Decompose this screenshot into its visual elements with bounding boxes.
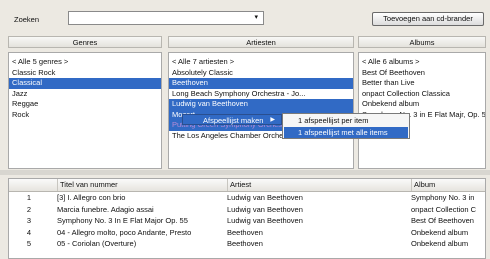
track-artist: Ludwig van Beethoven <box>227 193 303 202</box>
genre-item[interactable]: Rock <box>9 110 161 121</box>
artist-item[interactable]: Absolutely Classic <box>169 68 353 79</box>
genre-item[interactable]: < Alle 5 genres > <box>9 57 161 68</box>
table-row[interactable]: 5 05 - Coriolan (Overture) Beethoven Onb… <box>9 238 485 250</box>
track-album: Onbekend album <box>411 239 469 248</box>
artist-item-selected[interactable]: Ludwig van Beethoven <box>169 99 353 110</box>
search-label: Zoeken <box>14 15 40 24</box>
submenu-item-playlist-per-item[interactable]: 1 afspeellijst per item <box>284 115 408 126</box>
track-number: 4 <box>26 227 32 237</box>
track-title: Marcia funebre. Adagio assai <box>57 204 154 214</box>
track-number: 2 <box>26 204 32 214</box>
album-item[interactable]: Best Of Beethoven <box>359 68 485 79</box>
track-artist: Beethoven <box>227 227 263 237</box>
column-header-artist[interactable]: Artiest <box>227 179 409 191</box>
track-number: 3 <box>26 216 32 225</box>
table-header: Titel van nummer Artiest Album <box>9 179 485 192</box>
genre-item-selected[interactable]: Classical <box>9 78 161 89</box>
artists-list[interactable]: < Alle 7 artiesten > Absolutely Classic … <box>168 52 354 169</box>
add-to-cd-burner-button[interactable]: Toevoegen aan cd-brander <box>372 12 484 26</box>
artist-item-selected[interactable]: Beethoven <box>169 78 353 89</box>
table-row[interactable]: 3 Symphony No. 3 In E Flat Major Op. 55 … <box>9 215 485 227</box>
genres-header[interactable]: Genres <box>8 36 162 48</box>
genre-item[interactable]: Classic Rock <box>9 68 161 79</box>
search-input[interactable]: ▾ <box>68 11 264 25</box>
track-artist: Beethoven <box>227 239 263 248</box>
album-item[interactable]: Onbekend album <box>359 99 485 110</box>
context-menu-label: Afspeellijst maken <box>203 116 264 125</box>
track-album: Symphony No. 3 in <box>411 193 475 202</box>
chevron-down-icon[interactable]: ▾ <box>254 13 258 21</box>
column-header-title[interactable]: Titel van nummer <box>57 179 225 191</box>
table-row[interactable]: 1 [3] I. Allegro con brio Ludwig van Bee… <box>9 192 485 204</box>
track-number: 5 <box>26 239 32 248</box>
album-item[interactable]: < Alle 6 albums > <box>359 57 485 68</box>
artist-item[interactable]: Long Beach Symphony Orchestra - Jo... <box>169 89 353 100</box>
albums-list[interactable]: < Alle 6 albums > Best Of Beethoven Bett… <box>358 52 486 169</box>
artists-header[interactable]: Artiesten <box>168 36 354 48</box>
albums-header[interactable]: Albums <box>358 36 486 48</box>
artist-item[interactable]: < Alle 7 artiesten > <box>169 57 353 68</box>
genre-item[interactable]: Reggae <box>9 99 161 110</box>
playlist-submenu[interactable]: 1 afspeellijst per item 1 afspeellijst m… <box>282 113 410 139</box>
track-artist: Ludwig van Beethoven <box>227 216 303 225</box>
track-title: Symphony No. 3 In E Flat Major Op. 55 <box>57 216 188 225</box>
table-row[interactable]: 4 04 - Allegro molto, poco Andante, Pres… <box>9 226 485 238</box>
table-row[interactable]: 2 Marcia funebre. Adagio assai Ludwig va… <box>9 203 485 215</box>
pane-splitter[interactable] <box>0 170 490 175</box>
album-item[interactable]: onpact Collection Classica <box>359 89 485 100</box>
track-number: 1 <box>26 193 32 202</box>
track-title: 04 - Allegro molto, poco Andante, Presto <box>57 227 192 237</box>
track-table[interactable]: Titel van nummer Artiest Album 1 [3] I. … <box>8 178 486 259</box>
track-album: Onbekend album <box>411 227 469 237</box>
track-title: 05 - Coriolan (Overture) <box>57 239 137 248</box>
submenu-arrow-icon: ▶ <box>270 117 275 123</box>
genre-item[interactable]: Jazz <box>9 89 161 100</box>
genres-list[interactable]: < Alle 5 genres > Classic Rock Classical… <box>8 52 162 169</box>
column-header-album[interactable]: Album <box>411 179 485 191</box>
track-album: Best Of Beethoven <box>411 216 474 225</box>
track-artist: Ludwig van Beethoven <box>227 204 303 214</box>
context-menu-create-playlist[interactable]: Afspeellijst maken ▶ <box>182 114 282 125</box>
track-album: onpact Collection C <box>411 204 477 214</box>
album-item[interactable]: Better than Live <box>359 78 485 89</box>
track-title: [3] I. Allegro con brio <box>57 193 126 202</box>
submenu-item-playlist-all-items[interactable]: 1 afspeellijst met alle items <box>284 127 408 138</box>
